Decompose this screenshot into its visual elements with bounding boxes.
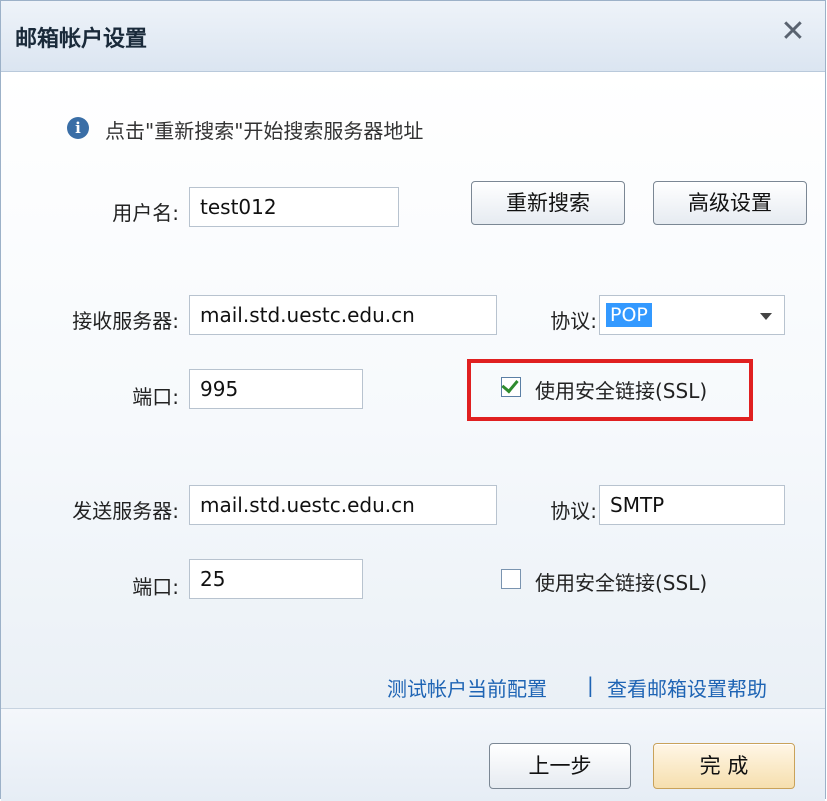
finish-button[interactable]: 完 成: [653, 743, 795, 789]
incoming-protocol-select[interactable]: POP: [599, 295, 785, 335]
info-icon: i: [67, 117, 89, 139]
close-icon[interactable]: ✕: [776, 15, 810, 49]
incoming-port-label: 端口:: [132, 385, 179, 409]
username-input[interactable]: [189, 187, 399, 227]
advanced-settings-button[interactable]: 高级设置: [653, 181, 807, 225]
outgoing-port-input[interactable]: [189, 559, 363, 599]
outgoing-server-input[interactable]: [189, 485, 497, 525]
research-button[interactable]: 重新搜索: [471, 181, 625, 225]
title-bar: 邮箱帐户设置 ✕: [1, 1, 825, 72]
mailbox-help-link[interactable]: 查看邮箱设置帮助: [607, 673, 767, 702]
outgoing-port-label: 端口:: [132, 575, 179, 599]
mail-account-settings-dialog: 邮箱帐户设置 ✕ i 点击"重新搜索"开始搜索服务器地址 用户名: 重新搜索 高…: [0, 0, 826, 801]
incoming-ssl-checkbox[interactable]: [501, 375, 521, 397]
outgoing-ssl-label: 使用安全链接(SSL): [535, 571, 708, 595]
outgoing-protocol-input[interactable]: [599, 485, 785, 525]
incoming-protocol-value: POP: [606, 303, 652, 327]
test-config-link[interactable]: 测试帐户当前配置: [387, 673, 547, 702]
outgoing-server-label: 发送服务器:: [72, 499, 179, 523]
outgoing-ssl-checkbox[interactable]: [501, 569, 521, 589]
info-text: 点击"重新搜索"开始搜索服务器地址: [105, 119, 424, 143]
username-label: 用户名:: [112, 201, 179, 225]
checkmark-icon: [501, 375, 519, 394]
dialog-title: 邮箱帐户设置: [15, 27, 148, 52]
incoming-server-label: 接收服务器:: [72, 309, 179, 333]
incoming-port-input[interactable]: [189, 369, 363, 409]
chevron-down-icon[interactable]: [760, 313, 772, 320]
incoming-server-input[interactable]: [189, 295, 497, 335]
outgoing-protocol-label: 协议:: [550, 499, 597, 523]
link-separator: |: [587, 673, 594, 697]
back-button[interactable]: 上一步: [489, 743, 631, 789]
incoming-protocol-label: 协议:: [550, 309, 597, 333]
incoming-ssl-label: 使用安全链接(SSL): [535, 379, 708, 403]
